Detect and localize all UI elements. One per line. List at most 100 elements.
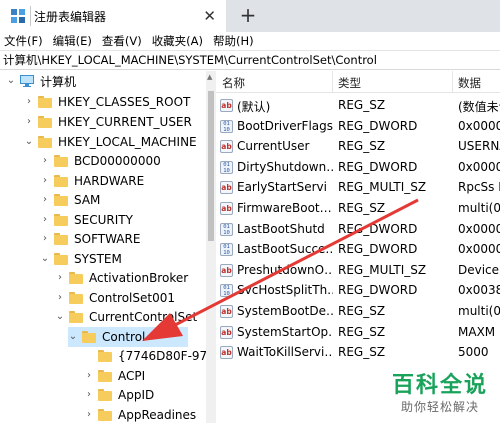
value-data: (数值未设 xyxy=(458,100,500,114)
list-row[interactable]: 0110 SvcHostSplitTh… REG_DWORD 0x00380 xyxy=(216,280,500,301)
folder-icon xyxy=(69,272,83,284)
close-icon[interactable]: ✕ xyxy=(203,8,216,24)
column-data-header[interactable]: 数据 xyxy=(458,75,481,91)
tree-item-system[interactable]: ⌄ SYSTEM xyxy=(40,249,122,269)
value-name: LastBootSucce… xyxy=(237,242,333,257)
chevron-down-icon[interactable]: ⌄ xyxy=(40,254,50,264)
new-tab-button[interactable]: + xyxy=(236,4,260,28)
tree-item-activationbroker[interactable]: › ActivationBroker xyxy=(55,268,188,288)
chevron-right-icon[interactable]: › xyxy=(84,410,94,420)
column-separator[interactable] xyxy=(452,71,453,93)
tree-item-computer[interactable]: ⌄ 计算机 xyxy=(6,71,76,91)
menu-favorites[interactable]: 收藏夹(A) xyxy=(148,33,209,49)
chevron-right-icon[interactable]: › xyxy=(55,273,65,283)
list-row[interactable]: ab PreshutdownO… REG_MULTI_SZ DeviceIn xyxy=(216,260,500,281)
list-row[interactable]: ab (默认) REG_SZ (数值未设 xyxy=(216,95,500,116)
chevron-down-icon[interactable]: ⌄ xyxy=(6,76,16,86)
menu-edit[interactable]: 编辑(E) xyxy=(49,33,98,49)
value-name: EarlyStartServi xyxy=(237,180,327,195)
chevron-down-icon[interactable]: ⌄ xyxy=(24,137,34,147)
tree-item-acpi[interactable]: › ACPI xyxy=(84,366,145,386)
list-row[interactable]: 0110 DirtyShutdown… REG_DWORD 0x000000 xyxy=(216,157,500,178)
tree-item-sam[interactable]: › SAM xyxy=(40,190,100,210)
list-row[interactable]: 0110 BootDriverFlags REG_DWORD 0x000000 xyxy=(216,116,500,137)
chevron-right-icon[interactable]: › xyxy=(24,97,34,107)
list-row[interactable]: ab SystemBootDe… REG_SZ multi(0) xyxy=(216,301,500,322)
value-name: LastBootShutd xyxy=(237,221,325,236)
chevron-right-icon[interactable]: › xyxy=(84,390,94,400)
value-name: CurrentUser xyxy=(237,139,310,154)
folder-icon xyxy=(82,331,96,343)
chevron-right-icon[interactable]: › xyxy=(40,234,50,244)
registry-tree: ⌄ 计算机 › HKEY_CLASSES_ROOT › HKEY_CURRENT… xyxy=(0,71,207,423)
tree-item-controlset001[interactable]: › ControlSet001 xyxy=(55,288,175,308)
tree-scrollbar[interactable]: ▲ xyxy=(206,71,216,423)
chevron-right-icon[interactable]: › xyxy=(55,293,65,303)
tree-item-hkcu[interactable]: › HKEY_CURRENT_USER xyxy=(24,112,192,132)
value-data: 5000 xyxy=(458,345,489,360)
scroll-up-icon[interactable]: ▲ xyxy=(207,73,212,81)
list-row[interactable]: ab EarlyStartServi REG_MULTI_SZ RpcSs P xyxy=(216,177,500,198)
folder-icon xyxy=(38,116,52,128)
tree-item-currentcontrolset[interactable]: ⌄ CurrentControlSet xyxy=(55,307,197,327)
folder-icon xyxy=(54,253,68,265)
value-name: BootDriverFlags xyxy=(237,118,333,133)
chevron-right-icon[interactable]: › xyxy=(40,156,50,166)
tree-item-appid[interactable]: › AppID xyxy=(84,385,154,405)
tree-item-appreadiness[interactable]: › AppReadines xyxy=(84,405,196,423)
value-type: REG_DWORD xyxy=(338,159,418,174)
column-separator[interactable] xyxy=(332,71,333,93)
list-row[interactable]: 0110 LastBootShutd REG_DWORD 0x000000 xyxy=(216,219,500,240)
string-value-icon: ab xyxy=(220,99,233,112)
list-row[interactable]: ab SystemStartOp… REG_SZ MAXM xyxy=(216,322,500,343)
tree-item-hkcr[interactable]: › HKEY_CLASSES_ROOT xyxy=(24,92,190,112)
string-value-icon: ab xyxy=(220,305,233,318)
column-name-header[interactable]: 名称 xyxy=(222,75,245,91)
binary-value-icon: 01 10 xyxy=(220,222,233,236)
tree-item-security[interactable]: › SECURITY xyxy=(40,210,133,230)
tree-label: HARDWARE xyxy=(74,174,145,188)
value-data: MAXM xyxy=(458,324,496,339)
value-type: REG_SZ xyxy=(338,98,386,112)
string-value-icon: ab xyxy=(220,140,233,154)
list-row[interactable]: 0110 LastBootSucce… REG_DWORD 0x000000 xyxy=(216,239,500,260)
tree-label: CurrentControlSet xyxy=(89,310,198,324)
tab-divider xyxy=(30,6,31,26)
menu-help[interactable]: 帮助(H) xyxy=(209,33,260,49)
chevron-right-icon[interactable]: › xyxy=(40,176,50,186)
list-row[interactable]: ab FirmwareBoot… REG_SZ multi(0) xyxy=(216,198,500,219)
value-data: 0x000000 xyxy=(458,159,500,174)
list-row[interactable]: ab WaitToKillServi… REG_SZ 5000 xyxy=(216,342,500,363)
address-bar[interactable]: 计算机\HKEY_LOCAL_MACHINE\SYSTEM\CurrentCon… xyxy=(0,50,500,70)
tree-item-hklm[interactable]: ⌄ HKEY_LOCAL_MACHINE xyxy=(24,132,197,152)
value-data: USERNAM xyxy=(458,139,500,154)
binary-value-icon: 01 10 xyxy=(220,119,233,133)
binary-value-icon: 01 10 xyxy=(220,284,233,298)
tree-item-guid[interactable]: {7746D80F-97 xyxy=(84,346,207,366)
folder-icon xyxy=(54,155,68,167)
tree-item-bcd[interactable]: › BCD00000000 xyxy=(40,151,161,171)
scrollbar-thumb[interactable] xyxy=(208,91,214,241)
column-type-header[interactable]: 类型 xyxy=(338,75,361,91)
tab-registry-editor[interactable]: 注册表编辑器 ✕ xyxy=(0,0,226,32)
chevron-right-icon[interactable]: › xyxy=(40,195,50,205)
tree-item-software[interactable]: › SOFTWARE xyxy=(40,229,140,249)
list-row[interactable]: ab CurrentUser REG_SZ USERNAM xyxy=(216,136,500,157)
tree-label: {7746D80F-97 xyxy=(118,349,207,363)
chevron-right-icon[interactable]: › xyxy=(40,215,50,225)
menu-view[interactable]: 查看(V) xyxy=(98,33,148,49)
menu-file[interactable]: 文件(F) xyxy=(0,33,49,49)
tree-label: SECURITY xyxy=(74,213,133,227)
string-value-icon: ab xyxy=(220,346,233,360)
tree-label: AppReadines xyxy=(118,408,197,422)
chevron-right-icon[interactable]: › xyxy=(84,371,94,381)
chevron-right-icon[interactable]: › xyxy=(24,117,34,127)
tree-item-hardware[interactable]: › HARDWARE xyxy=(40,171,144,191)
tree-item-control[interactable]: ⌄ Control xyxy=(68,327,188,347)
folder-icon xyxy=(54,194,68,206)
values-list: 名称 类型 数据 ab (默认) REG_SZ (数值未设 0110 BootDriver… xyxy=(216,71,500,423)
tree-label: ACPI xyxy=(118,369,146,383)
chevron-down-icon[interactable]: ⌄ xyxy=(55,312,65,322)
chevron-down-icon[interactable]: ⌄ xyxy=(68,332,78,342)
